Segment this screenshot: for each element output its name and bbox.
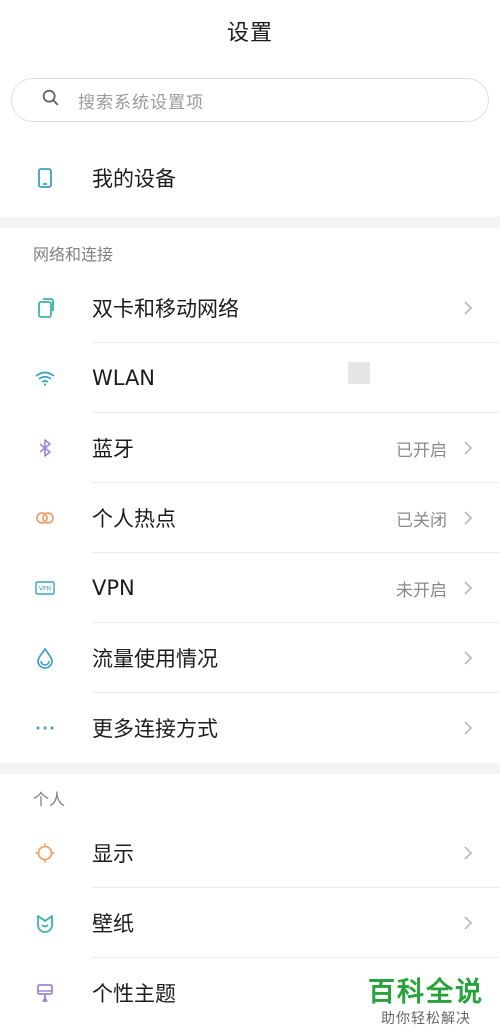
list-item-wallpaper[interactable]: 壁纸 xyxy=(0,888,500,958)
wallpaper-icon xyxy=(33,911,57,935)
wifi-icon xyxy=(33,366,57,390)
chevron-right-icon xyxy=(462,649,474,667)
watermark: 百科全说 助你轻松解决 xyxy=(368,978,484,1028)
chevron-right-icon xyxy=(462,439,474,457)
item-label: 双卡和移动网络 xyxy=(92,297,239,321)
data-usage-icon xyxy=(33,646,57,670)
list-item-dual-sim[interactable]: 双卡和移动网络 xyxy=(0,273,500,343)
more-icon xyxy=(33,716,57,740)
display-icon xyxy=(33,841,57,865)
overlay-square xyxy=(348,362,370,384)
theme-icon xyxy=(33,981,57,1005)
section-gap xyxy=(0,763,500,774)
item-label: 个人热点 xyxy=(92,507,176,531)
page-title: 设置 xyxy=(226,21,273,46)
chevron-right-icon xyxy=(462,299,474,317)
search-bar[interactable]: 搜索系统设置项 xyxy=(11,78,489,122)
chevron-right-icon xyxy=(462,914,474,932)
search-icon xyxy=(40,87,62,113)
list-item-bluetooth[interactable]: 蓝牙 已开启 xyxy=(0,413,500,483)
chevron-right-icon xyxy=(462,719,474,737)
watermark-subtitle: 助你轻松解决 xyxy=(381,1011,471,1027)
my-device-item[interactable]: 我的设备 xyxy=(0,143,500,213)
item-label: 流量使用情况 xyxy=(92,647,218,671)
my-device-label: 我的设备 xyxy=(92,167,176,191)
list-item-more-connections[interactable]: 更多连接方式 xyxy=(0,693,500,763)
item-label: VPN xyxy=(92,576,135,600)
section-title-personal: 个人 xyxy=(33,790,66,809)
status-text: 已开启 xyxy=(396,440,447,461)
item-label: 壁纸 xyxy=(92,912,134,936)
chevron-right-icon xyxy=(462,579,474,597)
status-text: 未开启 xyxy=(396,580,447,601)
list-item-wlan[interactable]: WLAN xyxy=(0,343,500,413)
vpn-icon: VPN xyxy=(33,576,57,600)
phone-icon xyxy=(33,166,57,190)
search-placeholder: 搜索系统设置项 xyxy=(78,92,204,113)
chevron-right-icon xyxy=(462,844,474,862)
item-label: 蓝牙 xyxy=(92,437,134,461)
bluetooth-icon xyxy=(33,436,57,460)
item-label: 更多连接方式 xyxy=(92,717,218,741)
header: 设置 xyxy=(0,0,500,62)
section-title-network: 网络和连接 xyxy=(33,245,114,264)
watermark-title: 百科全说 xyxy=(368,977,484,1008)
list-item-data-usage[interactable]: 流量使用情况 xyxy=(0,623,500,693)
list-item-vpn[interactable]: VPN VPN 未开启 xyxy=(0,553,500,623)
item-label: 个性主题 xyxy=(92,982,176,1006)
list-item-display[interactable]: 显示 xyxy=(0,818,500,888)
hotspot-icon xyxy=(33,506,57,530)
sim-card-icon xyxy=(33,296,57,320)
svg-text:VPN: VPN xyxy=(39,585,51,592)
item-label: WLAN xyxy=(92,366,156,390)
section-gap xyxy=(0,217,500,228)
chevron-right-icon xyxy=(462,509,474,527)
list-item-hotspot[interactable]: 个人热点 已关闭 xyxy=(0,483,500,553)
item-label: 显示 xyxy=(92,842,134,866)
status-text: 已关闭 xyxy=(396,510,447,531)
